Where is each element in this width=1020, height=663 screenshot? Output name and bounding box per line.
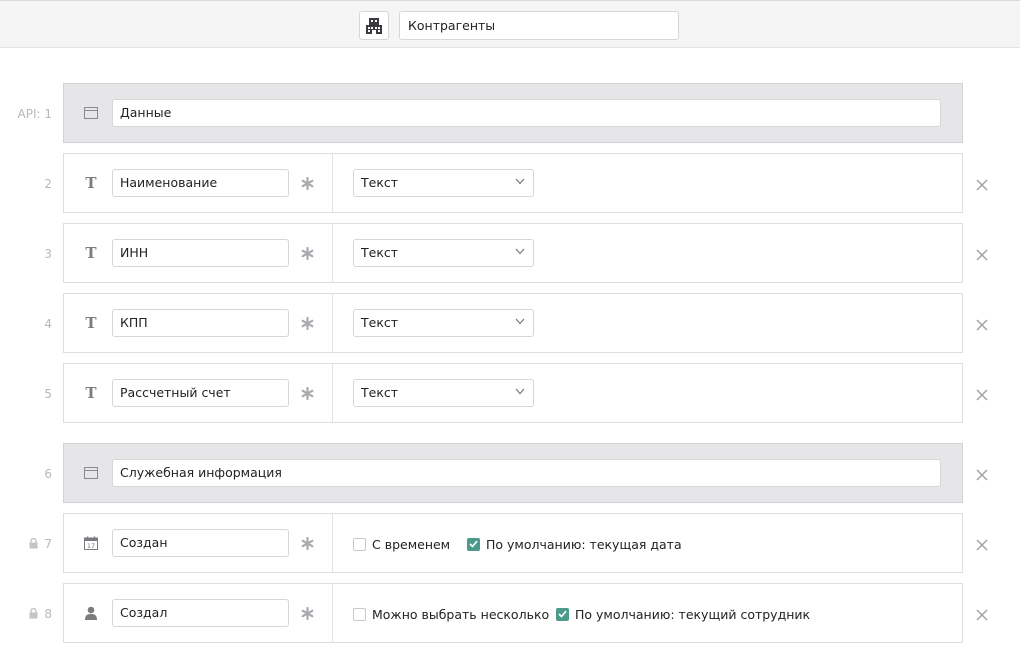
field-name-input[interactable]: Создал: [112, 599, 289, 627]
window-icon: [82, 104, 100, 122]
field-type-value: Текст: [361, 245, 399, 260]
field-row: T Наименование Текст: [63, 153, 963, 213]
checkbox[interactable]: [353, 607, 366, 621]
required-toggle-icon[interactable]: [298, 534, 316, 552]
entity-icon-button[interactable]: [359, 11, 389, 40]
field-name-input[interactable]: КПП: [112, 309, 289, 337]
delete-row-icon[interactable]: [974, 177, 990, 193]
chevron-down-icon: [515, 388, 525, 395]
field-name-input[interactable]: Рассчетный счет: [112, 379, 289, 407]
section-row: Служебная информация: [63, 443, 963, 503]
option-label: По умолчанию: текущая дата: [486, 536, 682, 552]
delete-row-icon[interactable]: [974, 607, 990, 623]
with-time-option[interactable]: С временем: [353, 536, 450, 552]
field-row: 17 Создан С временем По умолчанию: текущ…: [63, 513, 963, 573]
default-current-date-option[interactable]: По умолчанию: текущая дата: [467, 536, 682, 552]
row-number: API: 1: [17, 107, 52, 121]
text-type-icon: T: [85, 314, 97, 332]
entity-name-input[interactable]: Контрагенты: [399, 11, 679, 40]
building-icon: [366, 17, 382, 34]
section-title-input[interactable]: Данные: [112, 99, 941, 127]
field-type-select[interactable]: Текст: [353, 239, 534, 267]
column-divider: [332, 224, 333, 282]
field-type-value: Текст: [361, 385, 399, 400]
row-number: 5: [44, 387, 52, 401]
field-row: Создал Можно выбрать несколько По умолча…: [63, 583, 963, 643]
section-title-input[interactable]: Служебная информация: [112, 459, 941, 487]
calendar-icon: 17: [82, 534, 100, 552]
window-icon: [82, 464, 100, 482]
column-divider: [332, 584, 333, 642]
row-number: 3: [44, 247, 52, 261]
field-name-input[interactable]: Наименование: [112, 169, 289, 197]
section-row: Данные: [63, 83, 963, 143]
column-divider: [332, 364, 333, 422]
checkbox-checked[interactable]: [467, 537, 480, 551]
row-number: 4: [44, 317, 52, 331]
check-icon: [469, 540, 478, 548]
field-type-select[interactable]: Текст: [353, 379, 534, 407]
row-number: 8: [0, 607, 52, 621]
required-toggle-icon[interactable]: [298, 604, 316, 622]
field-type-select[interactable]: Текст: [353, 309, 534, 337]
column-divider: [332, 514, 333, 572]
lock-icon: [29, 608, 38, 619]
text-type-icon: T: [85, 384, 97, 402]
field-row: T Рассчетный счет Текст: [63, 363, 963, 423]
delete-row-icon[interactable]: [974, 387, 990, 403]
chevron-down-icon: [515, 248, 525, 255]
row-number: 7: [0, 537, 52, 551]
row-number: 2: [44, 177, 52, 191]
chevron-down-icon: [515, 178, 525, 185]
column-divider: [332, 154, 333, 212]
row-number: 6: [44, 467, 52, 481]
user-icon: [82, 604, 100, 622]
field-row: T ИНН Текст: [63, 223, 963, 283]
option-label: С временем: [372, 536, 451, 552]
delete-row-icon[interactable]: [974, 537, 990, 553]
top-bar: Контрагенты: [0, 0, 1020, 48]
checkbox[interactable]: [353, 537, 366, 551]
required-toggle-icon[interactable]: [298, 314, 316, 332]
chevron-down-icon: [515, 318, 525, 325]
delete-row-icon[interactable]: [974, 317, 990, 333]
delete-row-icon[interactable]: [974, 247, 990, 263]
field-type-value: Текст: [361, 315, 399, 330]
delete-row-icon[interactable]: [974, 467, 990, 483]
text-type-icon: T: [85, 174, 97, 192]
field-type-value: Текст: [361, 175, 399, 190]
row-number-label: 7: [44, 537, 52, 551]
check-icon: [558, 610, 567, 618]
field-name-input[interactable]: Создан: [112, 529, 289, 557]
svg-text:17: 17: [87, 542, 95, 550]
checkbox-checked[interactable]: [556, 607, 569, 621]
required-toggle-icon[interactable]: [298, 174, 316, 192]
column-divider: [332, 294, 333, 352]
required-toggle-icon[interactable]: [298, 384, 316, 402]
lock-icon: [29, 538, 38, 549]
field-name-input[interactable]: ИНН: [112, 239, 289, 267]
allow-multiple-option[interactable]: Можно выбрать несколько: [353, 606, 549, 622]
field-row: T КПП Текст: [63, 293, 963, 353]
option-label: Можно выбрать несколько: [372, 606, 550, 622]
field-type-select[interactable]: Текст: [353, 169, 534, 197]
default-current-employee-option[interactable]: По умолчанию: текущий сотрудник: [556, 606, 810, 622]
text-type-icon: T: [85, 244, 97, 262]
required-toggle-icon[interactable]: [298, 244, 316, 262]
option-label: По умолчанию: текущий сотрудник: [575, 606, 811, 622]
row-number-label: 8: [44, 607, 52, 621]
